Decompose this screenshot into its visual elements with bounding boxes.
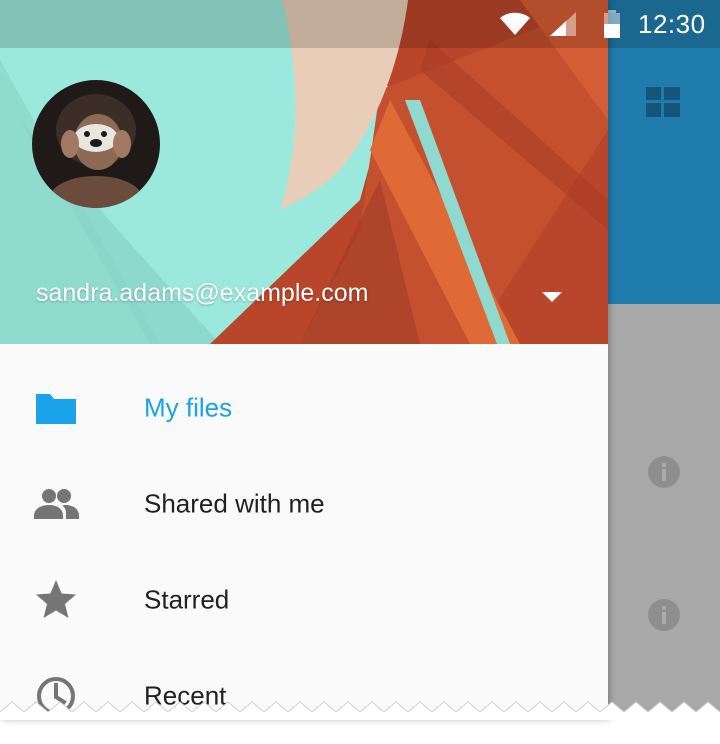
wifi-icon xyxy=(500,12,530,35)
info-icon[interactable] xyxy=(647,598,681,632)
nav-item-label: My files xyxy=(144,392,233,423)
battery-icon xyxy=(604,10,620,38)
arrow-drop-down-icon[interactable] xyxy=(538,286,566,306)
status-bar: 12:30 xyxy=(0,0,720,48)
nav-item-recent[interactable]: Recent xyxy=(0,648,608,744)
nav-item-label: Shared with me xyxy=(144,488,325,519)
avatar[interactable] xyxy=(32,80,160,208)
star-icon xyxy=(36,580,76,618)
status-time: 12:30 xyxy=(638,9,706,39)
folder-icon xyxy=(36,394,76,424)
account-email[interactable]: sandra.adams@example.com xyxy=(36,279,368,308)
drawer-header: sandra.adams@example.com xyxy=(0,0,608,344)
nav-item-shared-with-me[interactable]: Shared with me xyxy=(0,456,608,552)
grid-view-icon[interactable] xyxy=(646,87,680,117)
people-icon xyxy=(34,489,79,519)
torn-edge-decoration xyxy=(0,701,720,720)
nav-item-my-files[interactable]: My files xyxy=(0,360,608,456)
signal-icon xyxy=(550,12,576,36)
nav-item-label: Starred xyxy=(144,584,230,615)
app-content-scrim[interactable] xyxy=(608,304,720,720)
info-icon[interactable] xyxy=(647,455,681,489)
nav-item-starred[interactable]: Starred xyxy=(0,552,608,648)
navigation-drawer: sandra.adams@example.com My files Shared… xyxy=(0,0,608,720)
